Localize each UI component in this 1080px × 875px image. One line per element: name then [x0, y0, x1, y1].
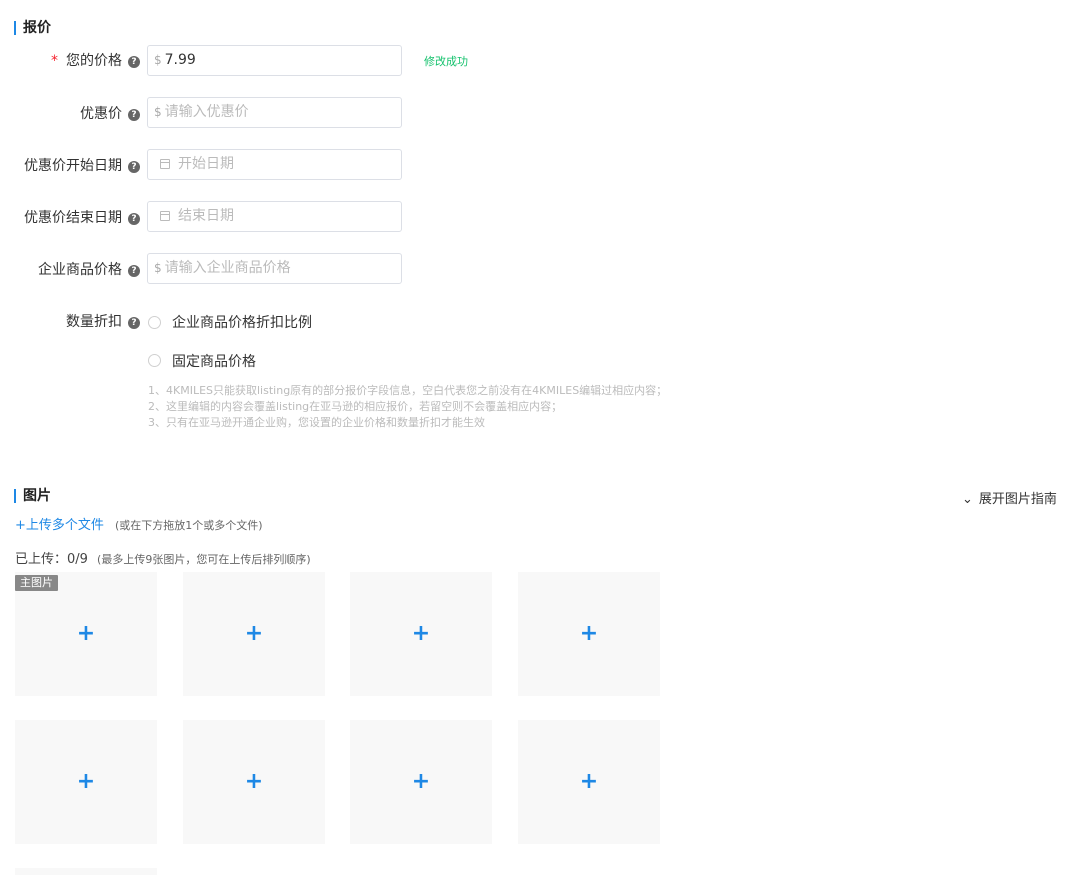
- discount-percent-radio[interactable]: [148, 316, 161, 329]
- image-slot[interactable]: +: [518, 572, 660, 696]
- upload-hint: (或在下方拖放1个或多个文件): [115, 519, 263, 532]
- help-icon[interactable]: ?: [128, 317, 140, 329]
- help-icon[interactable]: ?: [128, 56, 140, 68]
- plus-icon: +: [579, 769, 599, 794]
- help-icon[interactable]: ?: [128, 161, 140, 173]
- plus-icon: +: [244, 621, 264, 646]
- pricing-note-1: 1、4KMILES只能获取listing原有的部分报价字段信息，空白代表您之前没…: [148, 384, 668, 397]
- plus-icon: +: [244, 769, 264, 794]
- sale-price-label-text: 优惠价: [80, 106, 122, 122]
- your-price-input[interactable]: $7.99: [147, 45, 402, 76]
- your-price-label: * 您的价格?: [30, 51, 140, 71]
- your-price-label-text: 您的价格: [66, 53, 122, 69]
- help-icon[interactable]: ?: [128, 213, 140, 225]
- image-slot[interactable]: +: [183, 572, 325, 696]
- business-price-label-text: 企业商品价格: [38, 262, 122, 278]
- save-status-text: 修改成功: [424, 55, 468, 68]
- expand-image-guide-label: 展开图片指南: [978, 492, 1057, 507]
- sale-end-placeholder: 结束日期: [178, 208, 234, 224]
- required-mark: *: [51, 53, 58, 69]
- chevron-down-icon: ⌄: [962, 492, 973, 507]
- your-price-value: 7.99: [164, 52, 196, 68]
- discount-percent-option-label[interactable]: 企业商品价格折扣比例: [172, 312, 312, 332]
- currency-prefix: $: [154, 105, 162, 119]
- main-image-tag: 主图片: [15, 575, 58, 591]
- pricing-section-title: 报价: [14, 20, 51, 36]
- sale-price-input[interactable]: $ 请输入优惠价: [147, 97, 402, 128]
- business-price-input[interactable]: $ 请输入企业商品价格: [147, 253, 402, 284]
- help-icon[interactable]: ?: [128, 265, 140, 277]
- image-slot[interactable]: +: [350, 572, 492, 696]
- sale-end-date-picker[interactable]: 结束日期: [147, 201, 402, 232]
- business-price-label: 企业商品价格?: [0, 260, 140, 280]
- calendar-icon: [160, 159, 170, 169]
- plus-icon: +: [76, 621, 96, 646]
- uploaded-row: 已上传：0/9 (最多上传9张图片，您可在上传后排列顺序): [15, 548, 311, 567]
- help-icon[interactable]: ?: [128, 109, 140, 121]
- quantity-discount-label: 数量折扣?: [30, 312, 140, 332]
- quantity-discount-label-text: 数量折扣: [66, 314, 122, 330]
- plus-icon: +: [76, 769, 96, 794]
- plus-icon: +: [411, 769, 431, 794]
- sale-start-placeholder: 开始日期: [178, 156, 234, 172]
- image-slot[interactable]: +: [15, 720, 157, 844]
- uploaded-count: 已上传：0/9: [15, 552, 88, 567]
- upload-files-link[interactable]: +上传多个文件: [15, 518, 104, 533]
- sale-start-label-text: 优惠价开始日期: [24, 158, 122, 174]
- expand-image-guide-button[interactable]: ⌄ 展开图片指南: [962, 488, 1057, 507]
- pricing-note-3: 3、只有在亚马逊开通企业购，您设置的企业价格和数量折扣才能生效: [148, 416, 485, 429]
- sale-price-label: 优惠价?: [30, 104, 140, 124]
- pricing-note-2: 2、这里编辑的内容会覆盖listing在亚马逊的相应报价，若留空则不会覆盖相应内…: [148, 400, 563, 413]
- image-slot[interactable]: +: [518, 720, 660, 844]
- sale-start-date-picker[interactable]: 开始日期: [147, 149, 402, 180]
- plus-icon: +: [411, 621, 431, 646]
- images-section-title: 图片: [14, 488, 51, 504]
- image-slot[interactable]: +: [183, 720, 325, 844]
- plus-icon: +: [579, 621, 599, 646]
- fixed-price-radio[interactable]: [148, 354, 161, 367]
- sale-price-placeholder: 请输入优惠价: [164, 104, 249, 120]
- uploaded-hint: (最多上传9张图片，您可在上传后排列顺序): [97, 553, 311, 566]
- currency-prefix: $: [154, 261, 162, 275]
- sale-end-label: 优惠价结束日期?: [0, 208, 140, 228]
- fixed-price-option-label[interactable]: 固定商品价格: [172, 351, 256, 371]
- business-price-placeholder: 请输入企业商品价格: [164, 260, 291, 276]
- sale-end-label-text: 优惠价结束日期: [24, 210, 122, 226]
- sale-start-label: 优惠价开始日期?: [0, 156, 140, 176]
- image-slot[interactable]: +: [350, 720, 492, 844]
- upload-row: +上传多个文件 (或在下方拖放1个或多个文件): [15, 514, 263, 533]
- calendar-icon: [160, 211, 170, 221]
- currency-prefix: $: [154, 53, 162, 67]
- image-slot[interactable]: [15, 868, 157, 875]
